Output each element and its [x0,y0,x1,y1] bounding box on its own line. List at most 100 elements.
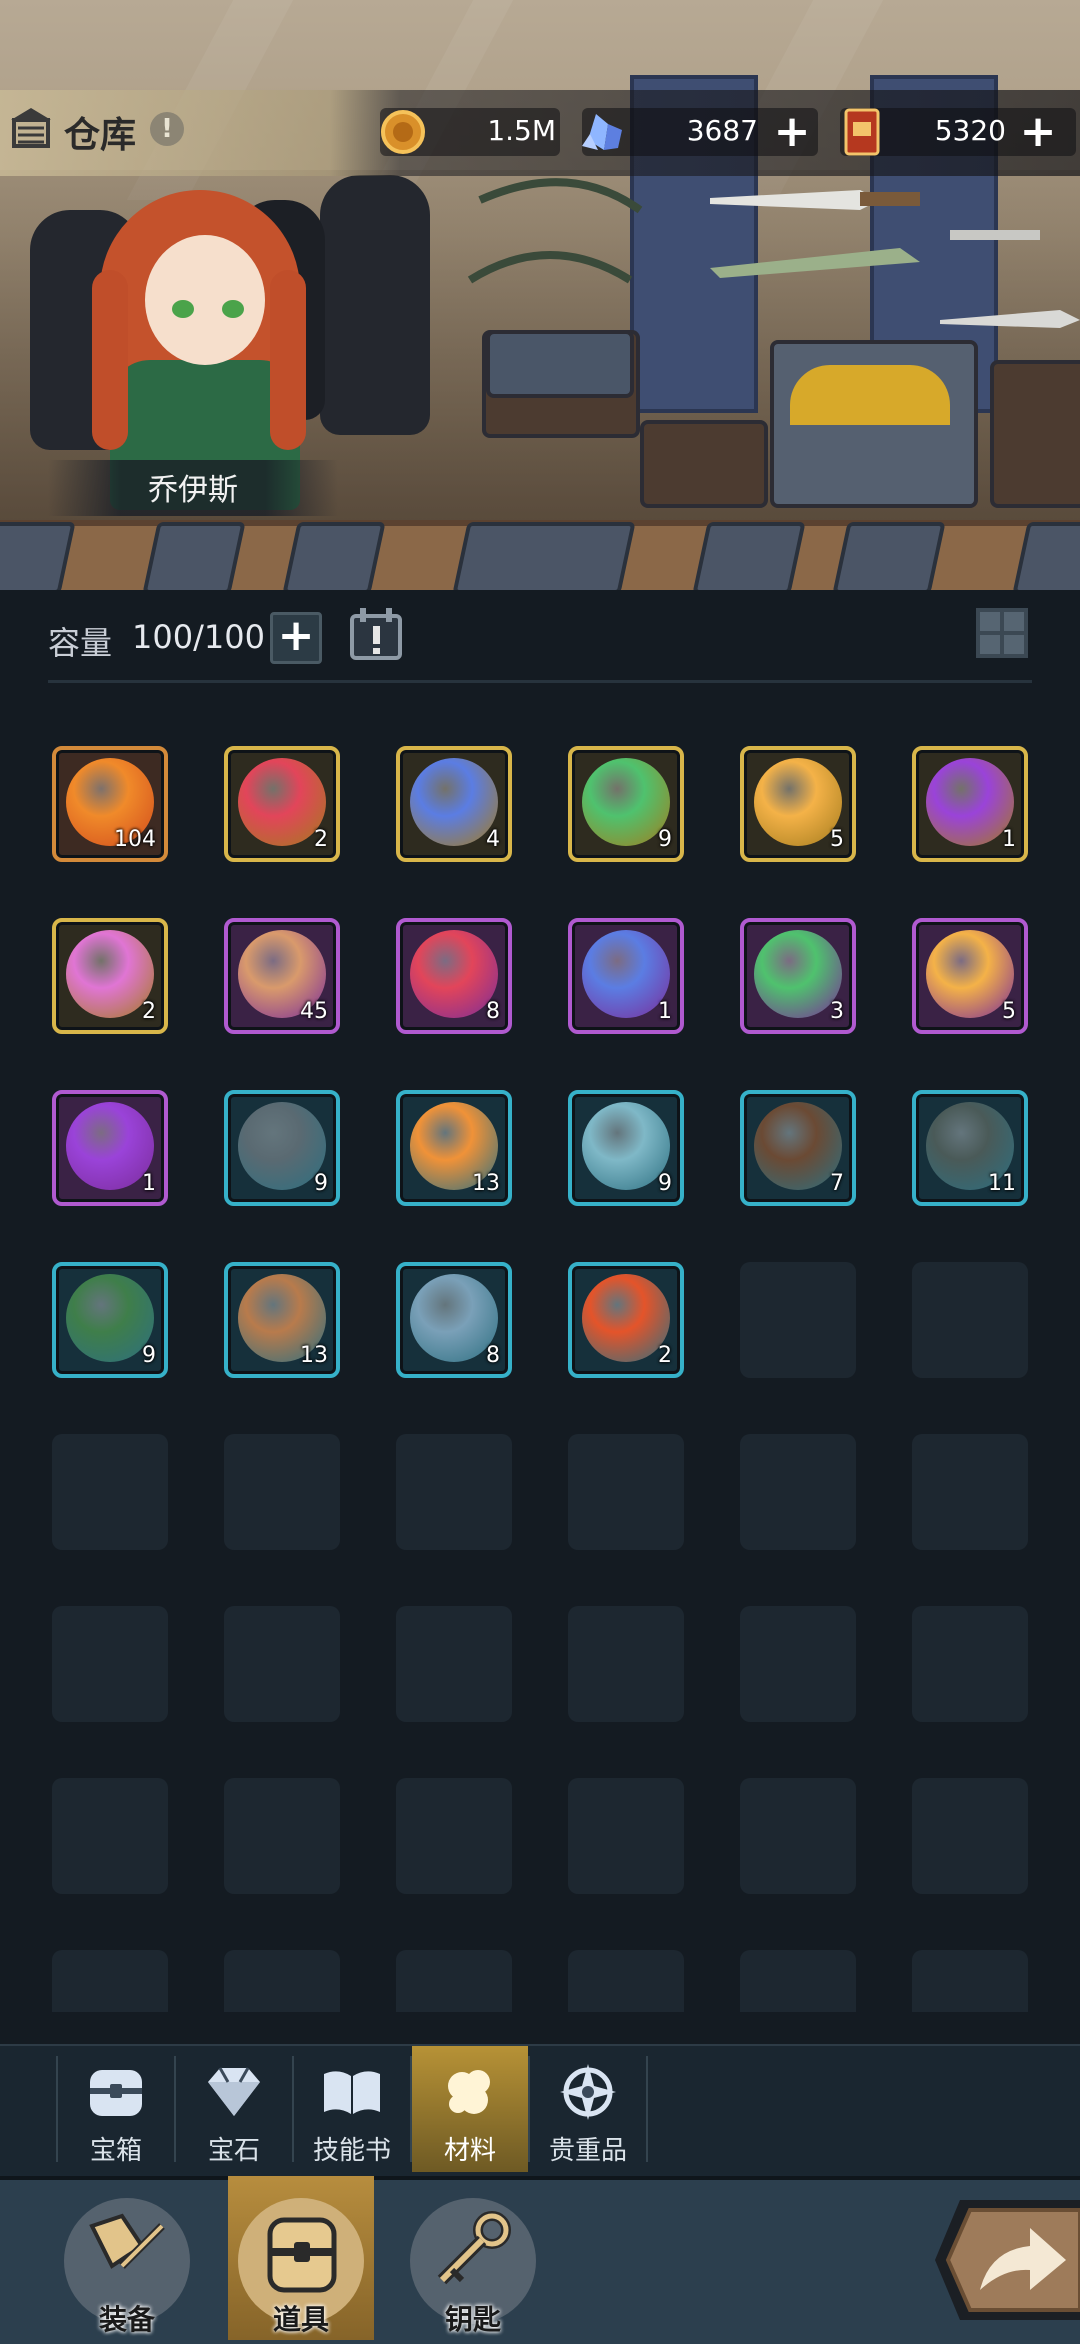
empty-slot[interactable] [740,1262,856,1378]
nav-label: 道具 [272,2303,329,2336]
section-divider [48,680,1032,683]
capacity-value: 100/100 [132,618,265,656]
tab-label: 技能书 [312,2136,391,2166]
book-icon [324,2071,380,2114]
empty-slot[interactable] [740,1778,856,1894]
notice-calendar-icon[interactable] [346,606,406,662]
empty-slot[interactable] [568,1434,684,1550]
empty-slot[interactable] [740,1950,856,2012]
empty-slot[interactable] [568,1606,684,1722]
material-icon [448,2070,490,2114]
equipment-icon [89,2213,165,2269]
floor-stone [452,522,636,590]
empty-slot[interactable] [396,1950,512,2012]
inventory-item[interactable]: 1 [52,1090,168,1206]
ticket-amount: 5320 [934,114,1006,147]
empty-slot[interactable] [52,1434,168,1550]
nav-equipment[interactable]: 装备 [54,2176,200,2340]
inventory-item[interactable]: 2 [224,746,340,862]
empty-slot[interactable] [224,1950,340,2012]
empty-slot[interactable] [740,1434,856,1550]
lotus-icon [66,930,154,1018]
proceed-arrow-button[interactable] [930,2190,1080,2330]
add-crystal-button[interactable]: + [772,110,812,154]
add-ticket-button[interactable]: + [1018,110,1058,154]
inventory-item[interactable]: 9 [224,1090,340,1206]
star-compass-icon [754,758,842,846]
empty-slot[interactable] [396,1778,512,1894]
inventory-item[interactable]: 1 [568,918,684,1034]
empty-slot[interactable] [568,1778,684,1894]
item-quantity: 2 [658,1343,672,1368]
gold-coins-pile [790,365,950,425]
empty-slot[interactable] [740,1606,856,1722]
scene-crate [640,420,768,508]
item-quantity: 1 [142,1171,156,1196]
warehouse-icon [11,108,51,148]
inventory-item[interactable]: 7 [740,1090,856,1206]
item-quantity: 13 [472,1171,500,1196]
empty-slot[interactable] [912,1434,1028,1550]
gem-icon [208,2067,260,2116]
empty-slot[interactable] [52,1778,168,1894]
hero-name: 乔伊斯 [148,473,238,508]
inventory-item[interactable]: 13 [224,1262,340,1378]
inventory-item[interactable]: 9 [568,1090,684,1206]
inventory-item[interactable]: 2 [52,918,168,1034]
tab-skill-book[interactable]: 技能书 [294,2046,410,2172]
inventory-item[interactable]: 8 [396,918,512,1034]
empty-slot[interactable] [52,1950,168,2012]
empty-slot[interactable] [912,1606,1028,1722]
hero-braid [270,270,306,450]
inventory-item[interactable]: 4 [396,746,512,862]
nav-keys[interactable]: 钥匙 [400,2176,546,2340]
scene-shelf [990,360,1080,508]
item-quantity: 7 [830,1171,844,1196]
empty-slot[interactable] [224,1606,340,1722]
tab-valuables[interactable]: 贵重品 [530,2046,646,2172]
item-quantity: 9 [142,1343,156,1368]
empty-slot[interactable] [224,1434,340,1550]
empty-slot[interactable] [912,1778,1028,1894]
inventory-item[interactable]: 8 [396,1262,512,1378]
tab-chest[interactable]: 宝箱 [58,2046,174,2172]
help-icon[interactable]: ! [150,112,184,146]
shield-essence-icon [410,758,498,846]
flame-spirit-icon [582,1274,670,1362]
inventory-item[interactable]: 11 [912,1090,1028,1206]
tab-gem[interactable]: 宝石 [176,2046,292,2172]
inventory-item[interactable]: 2 [568,1262,684,1378]
nav-items[interactable]: 道具 [228,2176,374,2340]
expand-capacity-button[interactable]: + [270,612,322,664]
shield-essence-icon [582,930,670,1018]
hero-eye [222,300,244,318]
inventory-item[interactable]: 9 [52,1262,168,1378]
item-quantity: 4 [486,827,500,852]
empty-slot[interactable] [912,1950,1028,2012]
inventory-item[interactable]: 5 [912,918,1028,1034]
item-quantity: 2 [142,999,156,1024]
tab-material[interactable]: 材料 [412,2046,528,2172]
inventory-item[interactable]: 13 [396,1090,512,1206]
item-quantity: 3 [830,999,844,1024]
book-ticket-icon [844,108,880,156]
empty-slot[interactable] [396,1606,512,1722]
inventory-item[interactable]: 1 [912,746,1028,862]
empty-slot[interactable] [568,1950,684,2012]
item-quantity: 9 [314,1171,328,1196]
hero-portrait[interactable] [145,235,265,365]
hero-braid [92,270,128,450]
sprout-essence-icon [582,758,670,846]
empty-slot[interactable] [912,1262,1028,1378]
inventory-item[interactable]: 5 [740,746,856,862]
inventory-item[interactable]: 104 [52,746,168,862]
inventory-item[interactable]: 3 [740,918,856,1034]
empty-slot[interactable] [52,1606,168,1722]
inventory-item[interactable]: 45 [224,918,340,1034]
empty-slot[interactable] [396,1434,512,1550]
tab-separator [646,2056,648,2162]
grid-view-icon[interactable] [974,606,1030,660]
empty-slot[interactable] [224,1778,340,1894]
inventory-item[interactable]: 9 [568,746,684,862]
tab-label: 宝箱 [89,2136,142,2166]
